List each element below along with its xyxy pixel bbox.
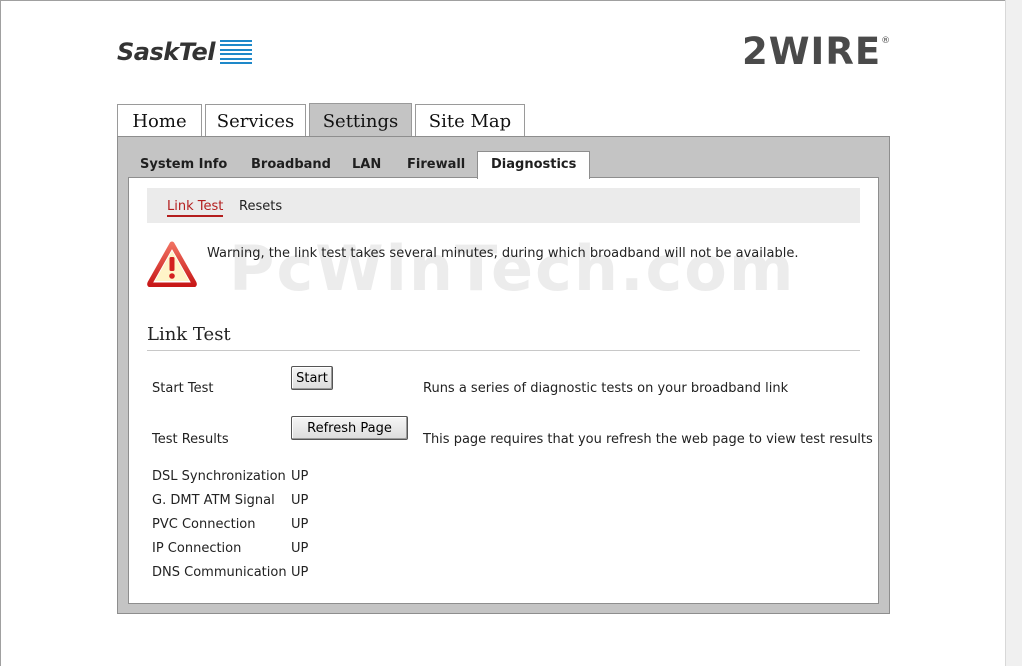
subnav-resets[interactable]: Resets [239,199,282,214]
registered-mark: ® [881,36,892,46]
result-status: UP [291,517,309,532]
refresh-page-button[interactable]: Refresh Page [291,416,408,440]
sasktel-logo-text: SaskTel [117,38,216,66]
result-status: UP [291,493,309,508]
result-name: DNS Communication [152,565,287,580]
result-name: PVC Connection [152,517,256,532]
result-name: G. DMT ATM Signal [152,493,275,508]
start-button[interactable]: Start [291,366,333,390]
section-divider [147,350,860,351]
result-status: UP [291,565,309,580]
subtab-firewall[interactable]: Firewall [407,155,465,179]
subnav-link-test[interactable]: Link Test [167,199,224,217]
section-title: Link Test [147,324,231,345]
subtab-lan[interactable]: LAN [352,155,381,179]
result-name: IP Connection [152,541,242,556]
sasktel-stripes-icon [220,40,253,64]
sasktel-logo: SaskTel [117,38,253,66]
warning-triangle-icon [147,241,197,287]
vertical-scrollbar[interactable] [1005,0,1022,666]
2wire-logo-text: 2WIRE [742,30,882,73]
tab-site-map[interactable]: Site Map [415,104,525,137]
result-status: UP [291,469,309,484]
test-results-label: Test Results [152,432,229,447]
diagnostics-subnav: Link Test Resets [147,188,860,223]
result-name: DSL Synchronization [152,469,286,484]
2wire-logo: 2WIRE® [742,30,891,73]
test-results-description: This page requires that you refresh the … [423,432,873,447]
subtab-system-info[interactable]: System Info [140,155,227,179]
tab-settings[interactable]: Settings [309,103,412,138]
result-status: UP [291,541,309,556]
warning-message: Warning, the link test takes several min… [207,246,799,261]
start-test-description: Runs a series of diagnostic tests on you… [423,381,789,396]
subtab-broadband[interactable]: Broadband [251,155,331,179]
subtab-diagnostics[interactable]: Diagnostics [477,151,591,179]
start-test-label: Start Test [152,381,214,396]
tab-home[interactable]: Home [117,104,202,137]
tab-services[interactable]: Services [205,104,306,137]
